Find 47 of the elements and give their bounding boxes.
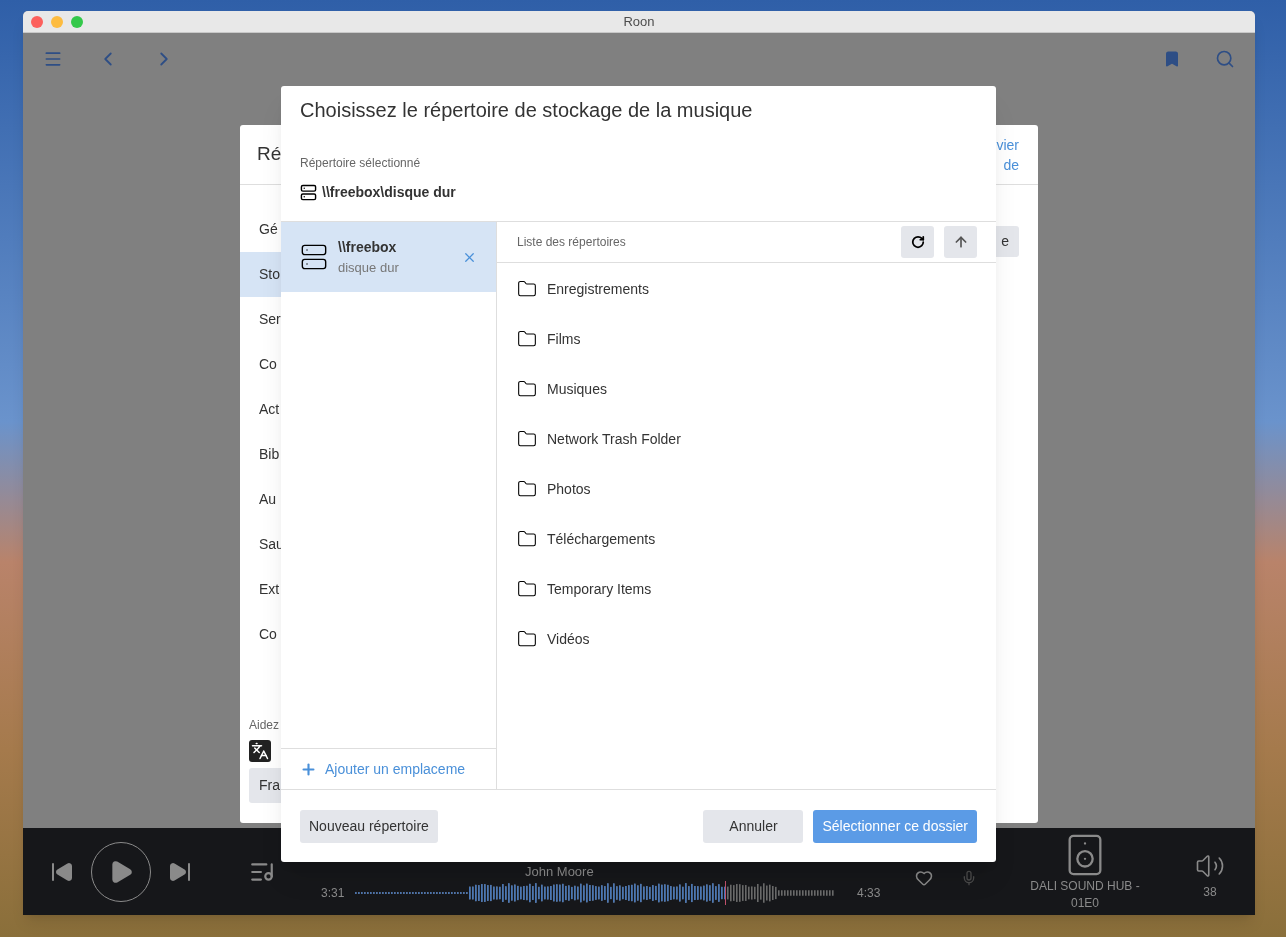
waveform-track[interactable] [355, 881, 837, 905]
bookmark-icon[interactable] [1163, 50, 1181, 68]
dialog-title: Choisissez le répertoire de stockage de la musique [300, 98, 753, 123]
location-sublabel: disque dur [338, 258, 400, 277]
location-item[interactable]: \\freebox disque dur [281, 222, 496, 292]
server-icon [300, 184, 317, 201]
translate-icon [249, 740, 271, 762]
selected-path: \\freebox\disque dur [322, 183, 456, 202]
folder-row[interactable]: Vidéos [497, 614, 996, 664]
elapsed-time: 3:31 [321, 885, 346, 902]
volume-level: 38 [1203, 883, 1217, 901]
folder-icon [517, 379, 537, 399]
folder-row[interactable]: Network Trash Folder [497, 414, 996, 464]
location-name: \\freebox [338, 237, 398, 257]
zone-name[interactable]: DALI SOUND HUB - 01E0 [1020, 877, 1150, 912]
settings-title: Ré [257, 142, 282, 167]
folder-row[interactable]: Enregistrements [497, 264, 996, 314]
menu-icon[interactable] [43, 49, 63, 69]
folder-icon [517, 629, 537, 649]
window-title: Roon [623, 12, 655, 31]
list-header: Liste des répertoires [517, 234, 627, 251]
folder-row[interactable]: Photos [497, 464, 996, 514]
artist-name[interactable]: John Moore [525, 864, 594, 880]
refresh-button[interactable] [901, 226, 934, 258]
folder-row[interactable]: Films [497, 314, 996, 364]
refresh-icon [910, 235, 925, 249]
folder-icon [517, 279, 537, 299]
folder-icon [517, 579, 537, 599]
folder-row[interactable]: Musiques [497, 364, 996, 414]
folder-icon [517, 529, 537, 549]
folder-row[interactable]: Temporary Items [497, 564, 996, 614]
folder-icon [517, 429, 537, 449]
cancel-button[interactable]: Annuler [703, 809, 804, 843]
search-icon[interactable] [1215, 49, 1235, 69]
close-window-button[interactable] [31, 15, 43, 28]
duration-time: 4:33 [857, 885, 881, 902]
selected-label: Répertoire sélectionné [300, 155, 422, 172]
folder-icon [517, 479, 537, 499]
heart-icon[interactable] [915, 868, 933, 887]
plus-icon [300, 760, 317, 778]
folder-icon [517, 329, 537, 349]
header-link[interactable]: vier de [996, 134, 1019, 175]
server-icon [300, 243, 328, 271]
parent-folder-button[interactable] [944, 226, 977, 258]
help-text: Aidez [248, 717, 281, 734]
folder-row[interactable]: Téléchargements [497, 514, 996, 564]
new-folder-button[interactable]: Nouveau répertoire [300, 809, 438, 843]
